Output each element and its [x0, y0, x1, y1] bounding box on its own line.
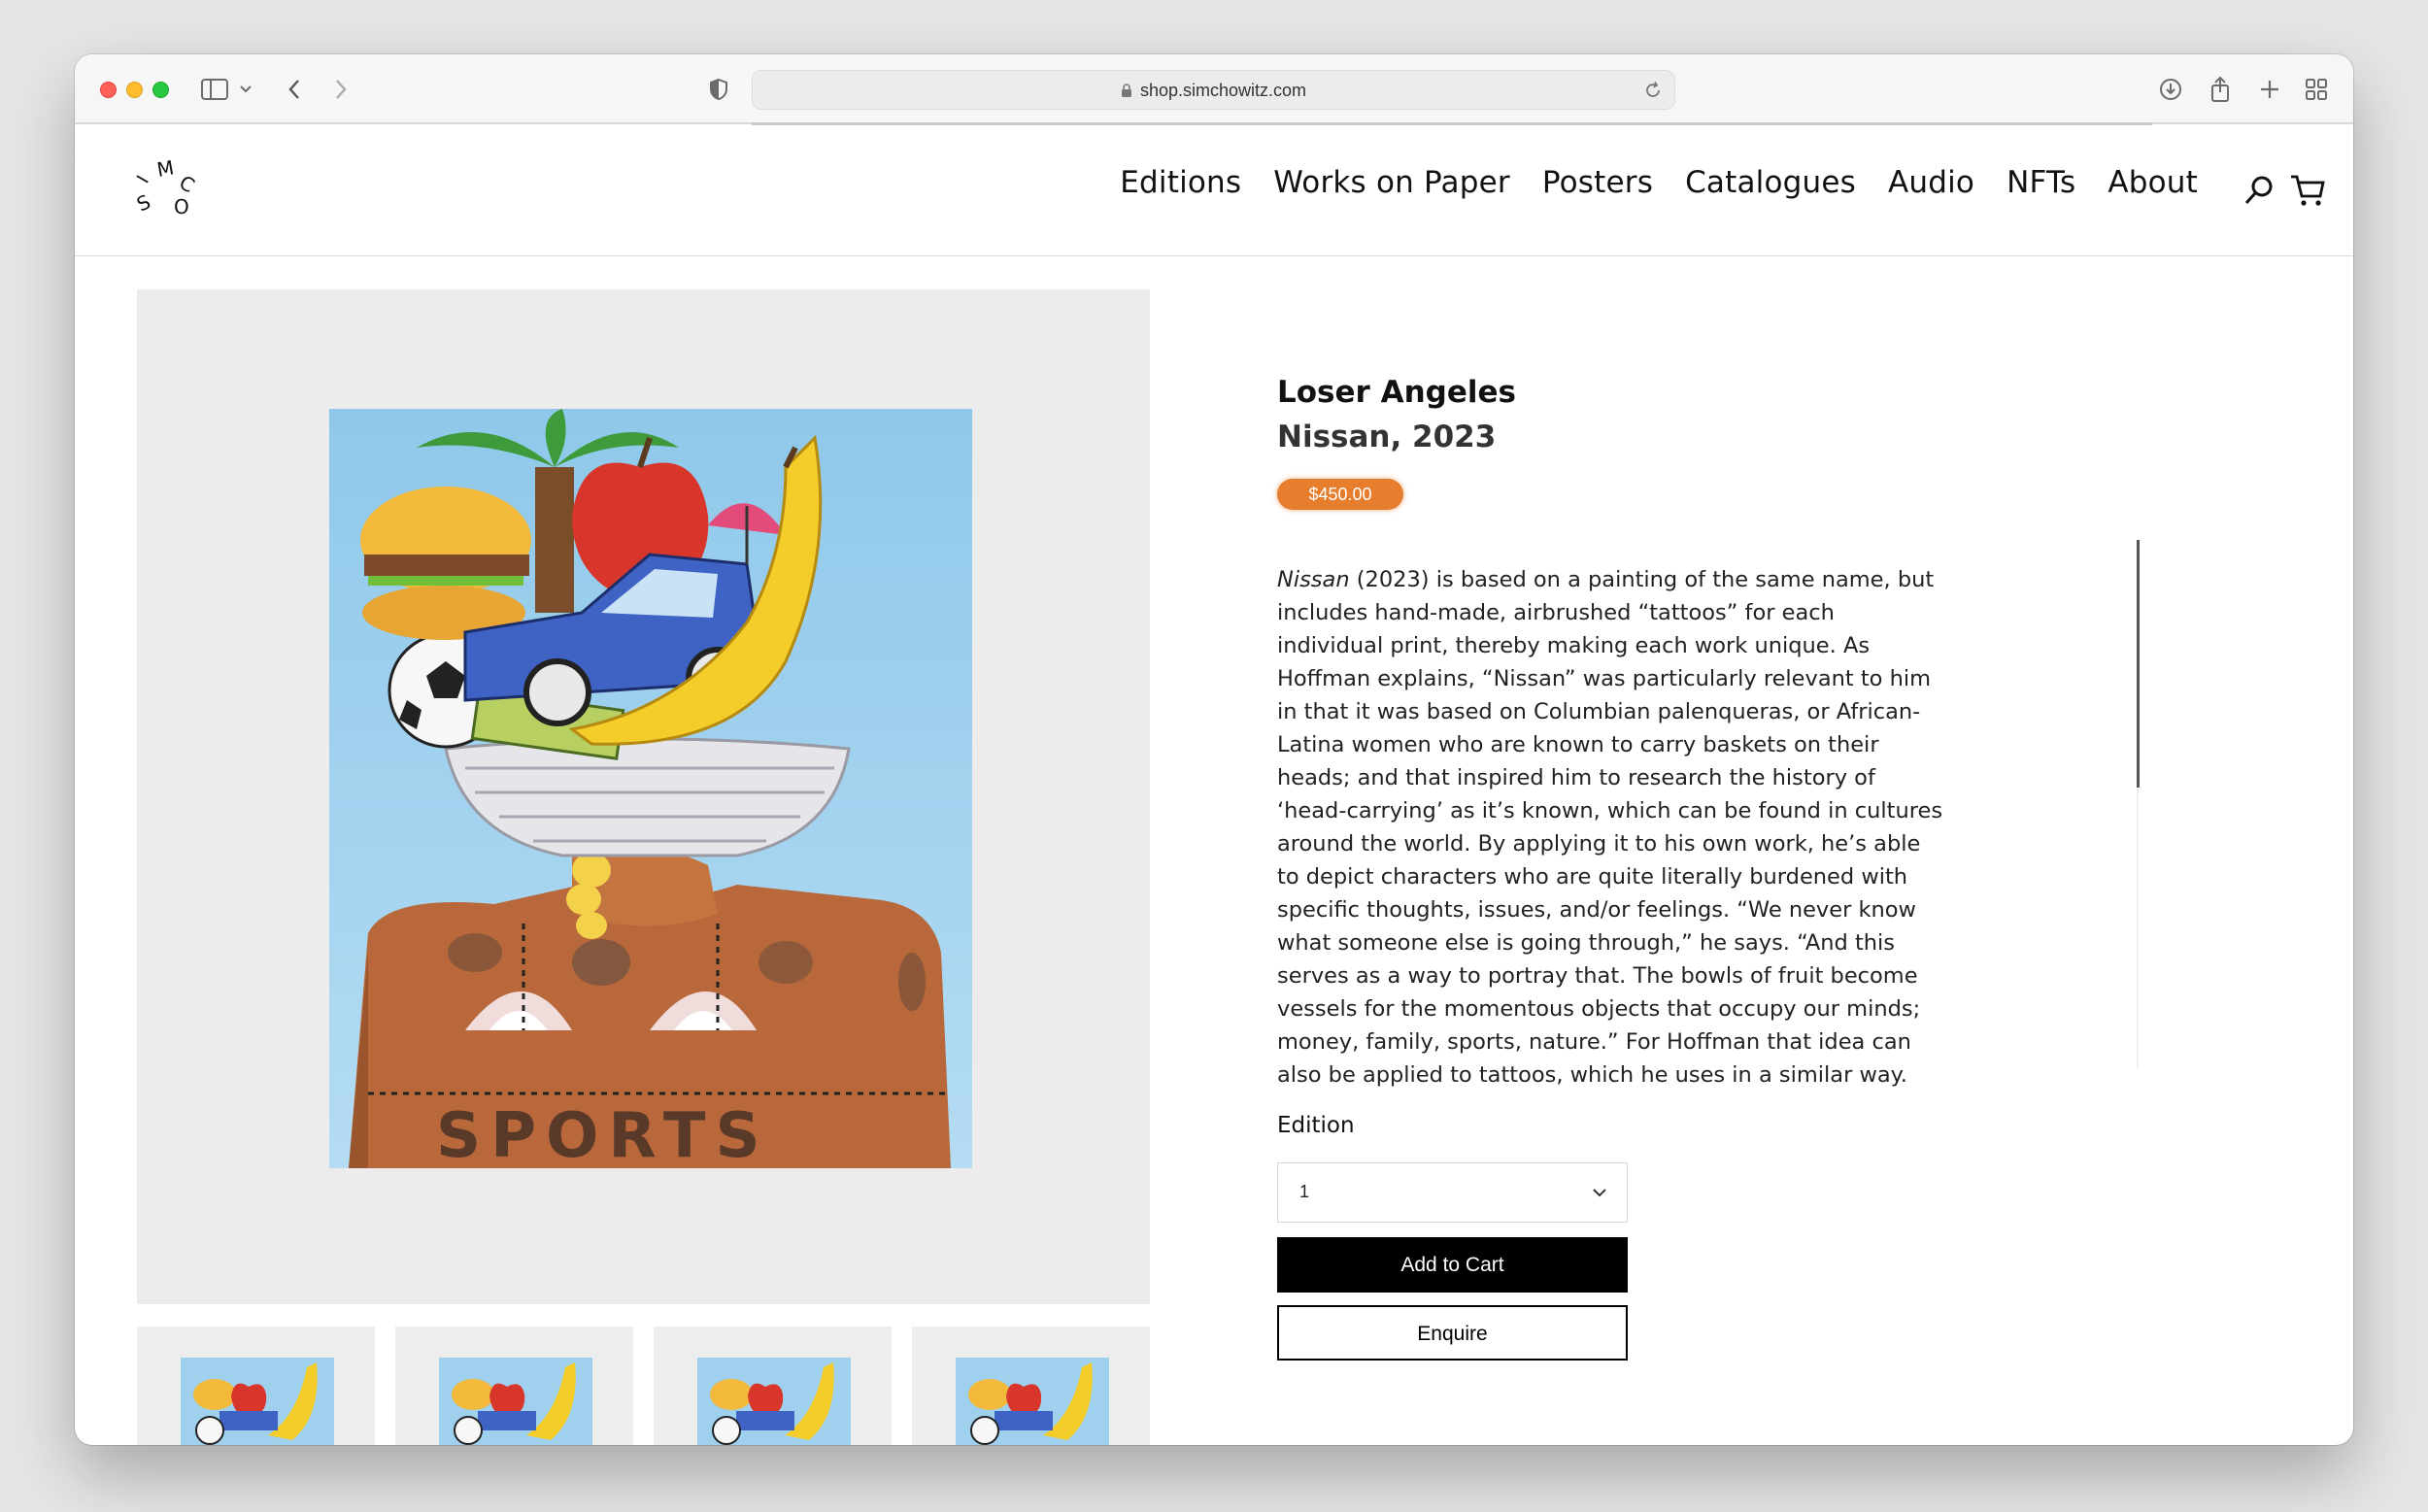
share-icon[interactable] [2205, 74, 2236, 105]
back-icon[interactable] [279, 74, 310, 105]
site-logo[interactable]: I M C O S [133, 155, 207, 229]
close-window-button[interactable] [100, 82, 117, 98]
description-italic-title: Nissan [1277, 567, 1350, 592]
price-badge: $450.00 [1277, 479, 1403, 510]
nav-about[interactable]: About [2108, 165, 2198, 200]
cart-icon[interactable] [2289, 173, 2328, 212]
svg-text:M: M [155, 155, 176, 182]
nav-nfts[interactable]: NFTs [2006, 165, 2075, 200]
nav-catalogues[interactable]: Catalogues [1685, 165, 1856, 200]
product-main-image[interactable]: SPORTS [137, 289, 1150, 1304]
sidebar-icon[interactable] [199, 74, 230, 105]
page-load-progress [752, 122, 2152, 125]
nav-posters[interactable]: Posters [1542, 165, 1653, 200]
chevron-down-icon [1592, 1185, 1607, 1202]
product-description: Nissan (2023) is based on a painting of … [1277, 563, 1947, 1092]
product-thumbnail[interactable] [912, 1327, 1150, 1445]
product-thumbnail[interactable] [395, 1327, 633, 1445]
address-bar[interactable]: shop.simchowitz.com [752, 70, 1675, 110]
edition-select-value: 1 [1299, 1182, 1310, 1201]
minimize-window-button[interactable] [126, 82, 143, 98]
svg-text:S: S [133, 189, 154, 216]
svg-text:O: O [174, 195, 189, 218]
nav-audio[interactable]: Audio [1888, 165, 1974, 200]
svg-text:C: C [176, 171, 199, 198]
description-scrollbar[interactable] [2137, 540, 2140, 788]
painting-text: SPORTS [436, 1100, 770, 1168]
product-thumbnail[interactable] [137, 1327, 375, 1445]
new-tab-icon[interactable] [2254, 74, 2285, 105]
browser-toolbar: shop.simchowitz.com [75, 54, 2353, 125]
downloads-icon[interactable] [2155, 74, 2186, 105]
search-icon[interactable] [2243, 173, 2281, 212]
main-nav: Editions Works on Paper Posters Catalogu… [1088, 165, 2198, 200]
reload-icon[interactable] [1643, 81, 1663, 105]
edition-select[interactable]: 1 [1277, 1162, 1628, 1223]
privacy-shield-icon[interactable] [703, 74, 734, 105]
description-text: (2023) is based on a painting of the sam… [1277, 567, 1943, 1088]
forward-icon[interactable] [325, 74, 356, 105]
url-text: shop.simchowitz.com [1139, 81, 1307, 100]
product-title: Nissan, 2023 [1277, 420, 1497, 454]
artwork-painting: SPORTS [329, 409, 972, 1168]
enquire-button[interactable]: Enquire [1277, 1305, 1628, 1361]
add-to-cart-button[interactable]: Add to Cart [1277, 1237, 1628, 1293]
site-header: I M C O S Editions Works on Paper Poster… [75, 126, 2353, 256]
product-artist: Loser Angeles [1277, 375, 1516, 410]
lock-icon [1121, 73, 1132, 113]
nav-works-on-paper[interactable]: Works on Paper [1273, 165, 1510, 200]
nav-editions[interactable]: Editions [1120, 165, 1241, 200]
zoom-window-button[interactable] [152, 82, 169, 98]
chevron-down-icon[interactable] [236, 74, 255, 105]
browser-window: shop.simchowitz.com I M C O S Editions W… [75, 54, 2353, 1445]
product-thumbnail[interactable] [654, 1327, 892, 1445]
edition-label: Edition [1277, 1113, 1355, 1138]
tab-overview-icon[interactable] [2301, 74, 2332, 105]
svg-text:I: I [133, 172, 153, 186]
